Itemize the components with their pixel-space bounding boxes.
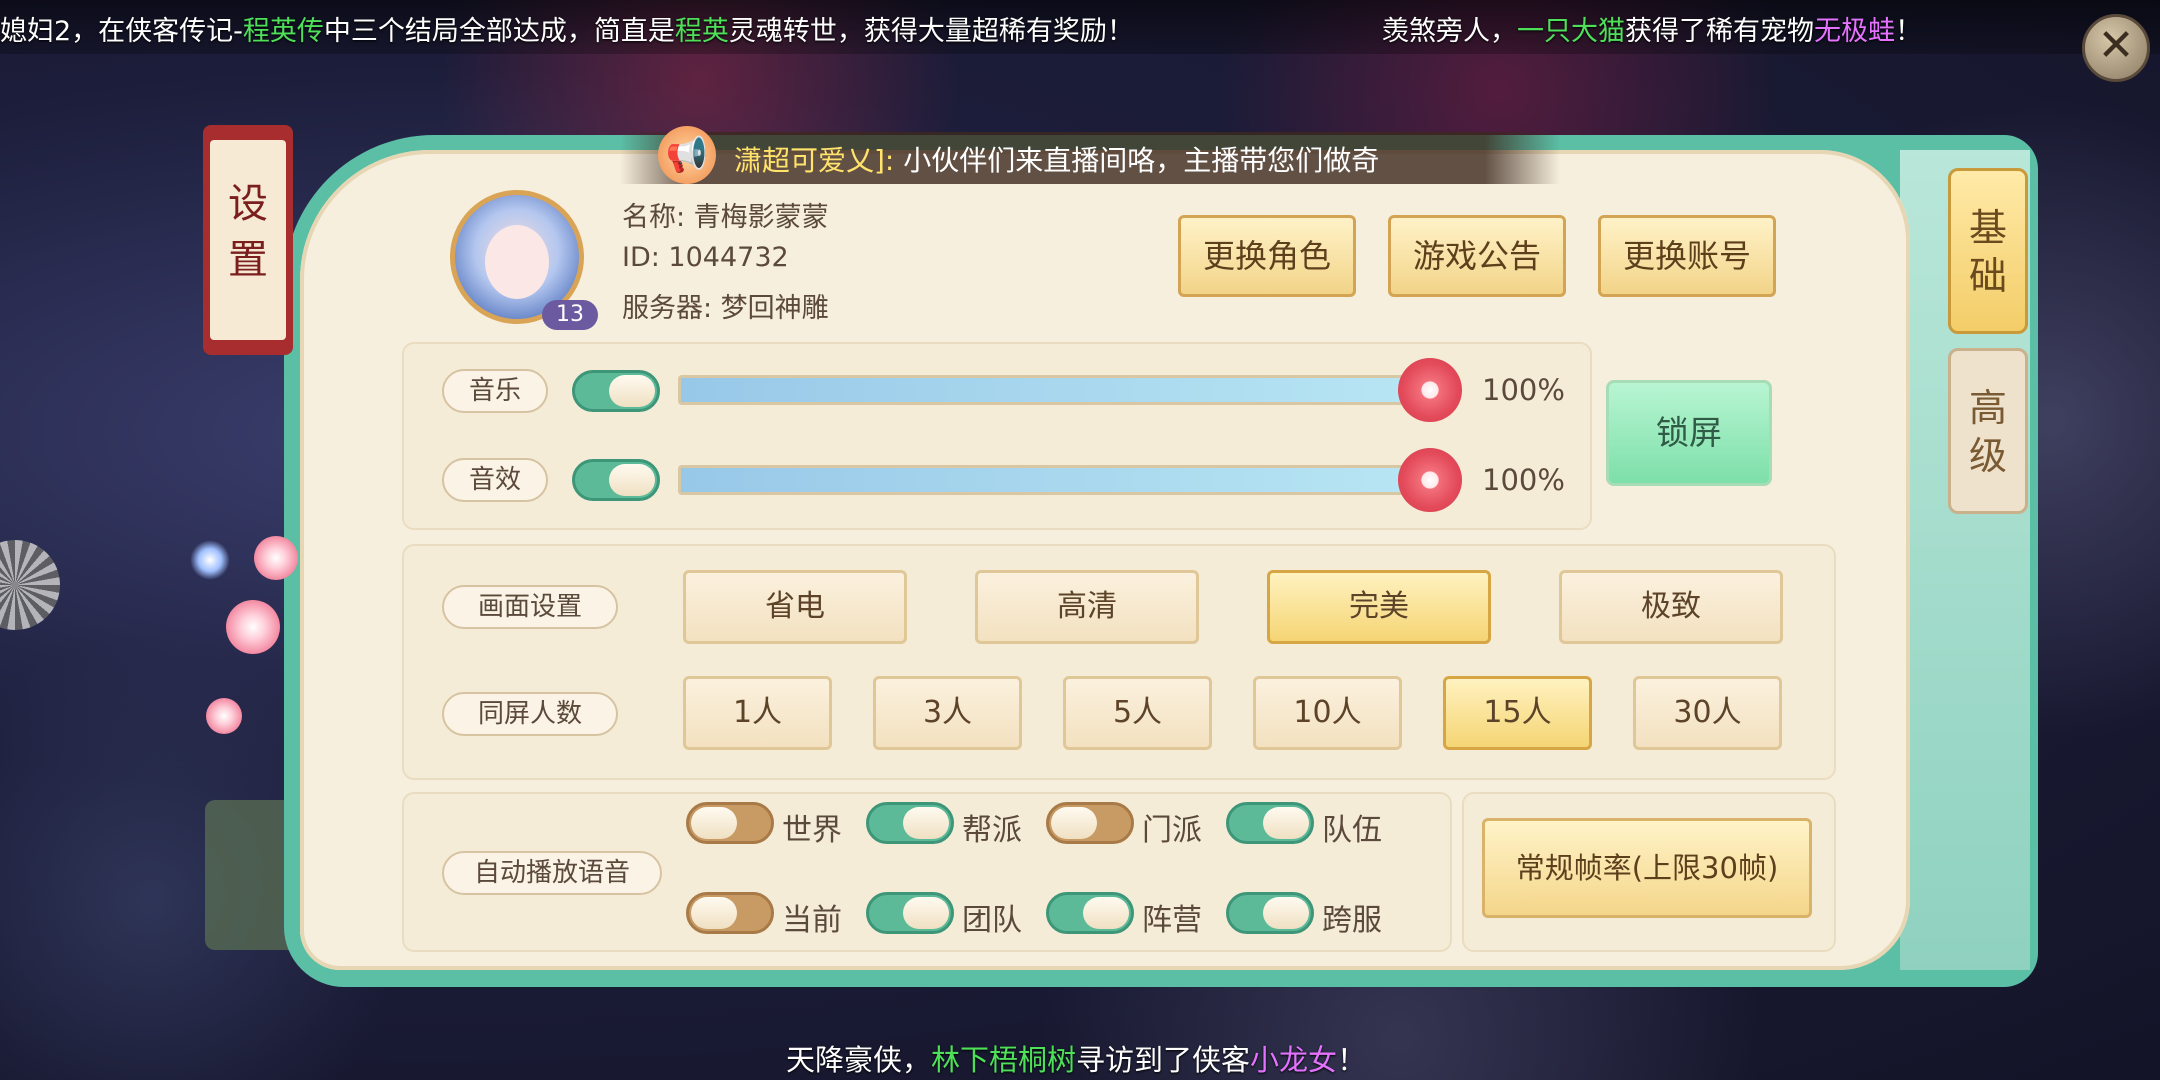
voice-label-sect: 门派 [1142, 813, 1202, 848]
toggle-knob [609, 464, 655, 496]
toggle-knob [691, 897, 737, 929]
toggle-knob [1263, 897, 1309, 929]
megaphone-icon: 📢 [658, 126, 716, 184]
announcement-text: 潇超可爱乂]: 小伙伴们来直播间咯，主播带您们做奇 [734, 139, 1379, 179]
graphics-option[interactable]: 省电 [683, 570, 907, 644]
tab-advanced[interactable]: 高 级 [1948, 348, 2028, 514]
players-option[interactable]: 30人 [1633, 676, 1782, 750]
announcement-sender: 潇超可爱乂]: [734, 144, 895, 177]
players-option[interactable]: 3人 [873, 676, 1022, 750]
voice-toggle-camp[interactable] [1046, 892, 1134, 934]
toggle-knob [691, 807, 737, 839]
avatar-face [485, 225, 549, 299]
auto-voice-label: 自动播放语音 [442, 851, 662, 895]
sfx-label: 音效 [442, 458, 548, 502]
announcement-button[interactable]: 游戏公告 [1388, 215, 1566, 297]
marquee-text: 中三个结局全部达成，简直是 [323, 16, 675, 47]
frame-rate-button[interactable]: 常规帧率(上限30帧) [1482, 818, 1812, 918]
voice-toggle-current[interactable] [686, 892, 774, 934]
voice-toggle-crossserver[interactable] [1226, 892, 1314, 934]
player-id: ID: 1044732 [622, 242, 789, 273]
music-toggle[interactable] [572, 370, 660, 412]
page-title: 设 置 [210, 176, 286, 288]
tab-label-char: 基 [1968, 206, 2007, 250]
level-badge: 13 [542, 300, 598, 330]
top-marquee-right: 羡煞旁人，一只大猫获得了稀有宠物无极蛙！ [1382, 9, 1922, 48]
marquee-highlight: 程英 [674, 16, 729, 47]
plum-blossom-icon [226, 600, 280, 654]
sfx-volume-value: 100% [1482, 463, 1565, 497]
marquee-text: ！ [1895, 16, 1922, 47]
toggle-knob [1083, 897, 1129, 929]
marquee-text: 媳妇2，在侠客传记- [0, 16, 243, 47]
voice-toggle-guild[interactable] [866, 802, 954, 844]
music-volume-value: 100% [1482, 373, 1565, 407]
slider-fill [681, 378, 1427, 402]
announcement-message: 小伙伴们来直播间咯，主播带您们做奇 [903, 144, 1380, 177]
title-char: 设 [228, 181, 268, 227]
marquee-highlight: 程英传 [242, 16, 324, 47]
graphics-option[interactable]: 高清 [975, 570, 1199, 644]
tab-label-char: 高 [1968, 386, 2007, 430]
marquee-text: 灵魂转世，获得大量超稀有奖励！ [728, 16, 1134, 47]
voice-label-camp: 阵营 [1142, 903, 1202, 938]
flower-slider-thumb-icon[interactable] [1398, 358, 1462, 422]
voice-toggle-squad[interactable] [866, 892, 954, 934]
title-char: 置 [228, 237, 268, 283]
voice-toggle-world[interactable] [686, 802, 774, 844]
graphics-option[interactable]: 完美 [1267, 570, 1491, 644]
toggle-knob [1051, 807, 1097, 839]
toggle-knob [1263, 807, 1309, 839]
sfx-toggle[interactable] [572, 459, 660, 501]
close-button[interactable]: ✕ [2082, 14, 2150, 82]
marquee-highlight: 一只大猫 [1517, 16, 1625, 47]
voice-label-current: 当前 [782, 903, 842, 938]
voice-toggle-sect[interactable] [1046, 802, 1134, 844]
marquee-highlight: 无极蛙 [1814, 16, 1895, 47]
tab-label-char: 级 [1968, 434, 2007, 478]
players-label: 同屏人数 [442, 692, 618, 736]
voice-label-team: 队伍 [1322, 813, 1382, 848]
marquee-text: 获得了稀有宠物 [1625, 16, 1814, 47]
marquee-highlight: 小龙女 [1250, 1043, 1338, 1077]
marquee-highlight: 林下梧桐树 [931, 1043, 1077, 1077]
voice-label-squad: 团队 [962, 903, 1022, 938]
change-account-button[interactable]: 更换账号 [1598, 215, 1776, 297]
sfx-slider[interactable] [678, 465, 1430, 495]
players-option[interactable]: 1人 [683, 676, 832, 750]
close-icon: ✕ [2097, 20, 2135, 71]
plum-blossom-icon [254, 536, 298, 580]
lock-screen-button[interactable]: 锁屏 [1606, 380, 1772, 486]
player-name: 名称: 青梅影蒙蒙 [622, 202, 829, 233]
marquee-text: 天降豪侠， [786, 1043, 932, 1077]
music-label: 音乐 [442, 369, 548, 413]
toggle-knob [903, 807, 949, 839]
slider-fill [681, 468, 1427, 492]
graphics-label: 画面设置 [442, 585, 618, 629]
voice-label-guild: 帮派 [962, 813, 1022, 848]
players-option[interactable]: 10人 [1253, 676, 1402, 750]
flower-slider-thumb-icon[interactable] [1398, 448, 1462, 512]
graphics-option[interactable]: 极致 [1559, 570, 1783, 644]
top-marquee-left: 媳妇2，在侠客传记-程英传中三个结局全部达成，简直是程英灵魂转世，获得大量超稀有… [0, 9, 1134, 48]
voice-label-world: 世界 [782, 813, 842, 848]
plum-blossom-icon [206, 698, 242, 734]
tab-basic[interactable]: 基 础 [1948, 168, 2028, 334]
marquee-text: 羡煞旁人， [1382, 16, 1517, 47]
marquee-text: 寻访到了侠客 [1076, 1043, 1251, 1077]
change-role-button[interactable]: 更换角色 [1178, 215, 1356, 297]
voice-toggle-team[interactable] [1226, 802, 1314, 844]
players-option[interactable]: 15人 [1443, 676, 1592, 750]
toggle-knob [609, 375, 655, 407]
player-server: 服务器: 梦回神雕 [622, 293, 829, 324]
marquee-text: ！ [1337, 1043, 1367, 1077]
voice-label-crossserver: 跨服 [1322, 903, 1382, 938]
toggle-knob [903, 897, 949, 929]
top-marquee-bar: 媳妇2，在侠客传记-程英传中三个结局全部达成，简直是程英灵魂转世，获得大量超稀有… [0, 0, 2160, 54]
music-slider[interactable] [678, 375, 1430, 405]
bottom-marquee: 天降豪侠，林下梧桐树寻访到了侠客小龙女！ [786, 1037, 1366, 1079]
glow-orb [190, 540, 230, 580]
players-option[interactable]: 5人 [1063, 676, 1212, 750]
tab-label-char: 础 [1968, 254, 2007, 298]
